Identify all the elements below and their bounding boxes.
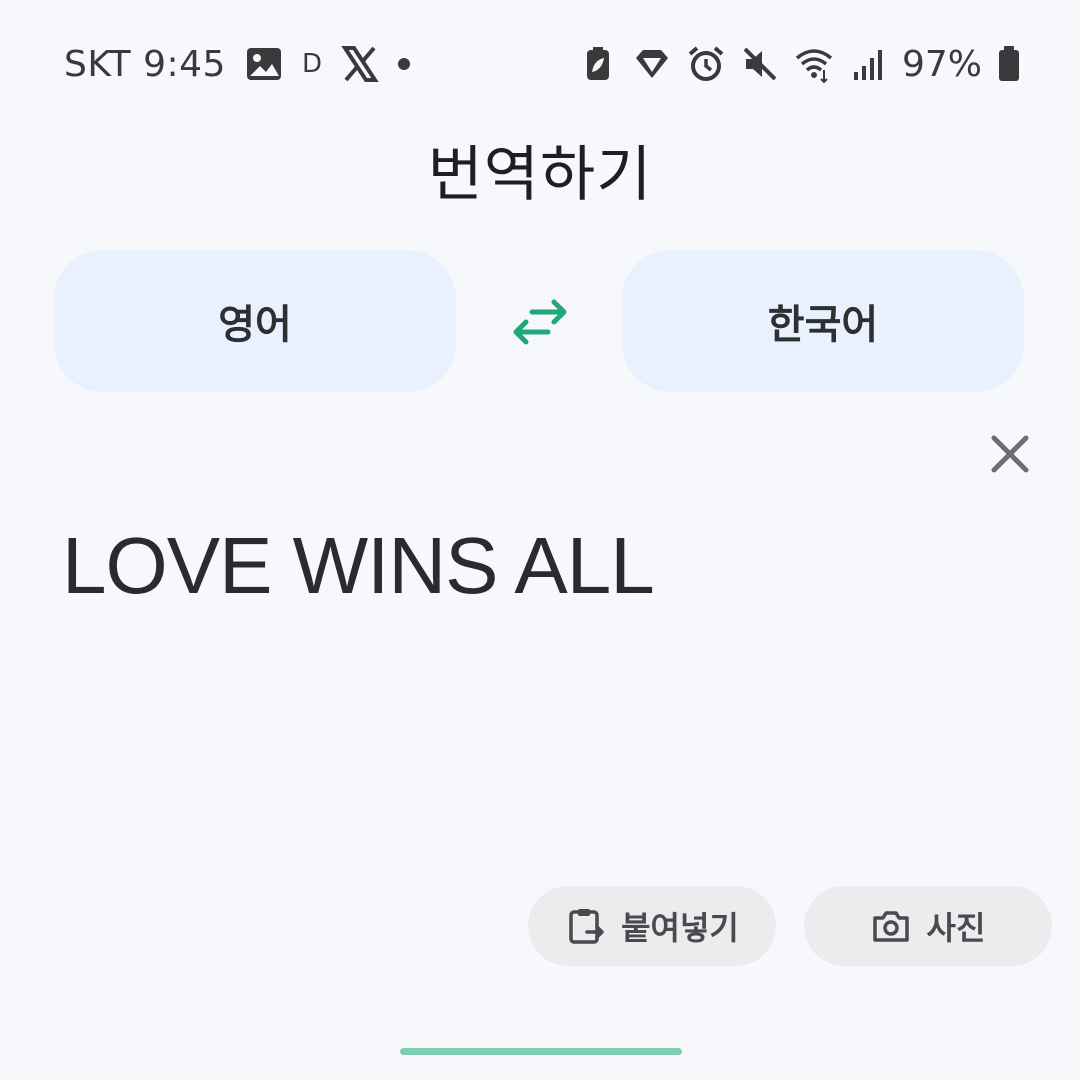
source-text-input[interactable]: LOVE WINS ALL (62, 520, 655, 612)
alarm-icon (686, 44, 726, 84)
target-language-label: 한국어 (767, 302, 879, 348)
dot-icon (397, 58, 410, 70)
source-language-label: 영어 (218, 302, 292, 348)
carrier-time: SKT 9:45 (64, 43, 226, 85)
clear-text-button[interactable] (986, 430, 1034, 478)
camera-icon (871, 906, 911, 946)
status-bar-left: SKT 9:45 D (64, 40, 410, 88)
diamond-icon (632, 44, 672, 84)
mute-icon (740, 44, 780, 84)
source-language-button[interactable]: 영어 (54, 250, 456, 392)
translate-screen: SKT 9:45 D 97% 번역하기 영어 한국어 LOVE WINS ALL… (0, 0, 1080, 1080)
paste-button[interactable]: 붙여넣기 (528, 886, 776, 966)
paste-clipboard-icon (565, 906, 605, 946)
status-bar: SKT 9:45 D 97% (0, 0, 1080, 110)
swap-languages-button[interactable] (506, 292, 574, 352)
paste-label: 붙여넣기 (621, 909, 739, 947)
status-bar-right: 97% (578, 40, 1022, 88)
x-logo-icon (340, 44, 380, 84)
battery-percent: 97% (901, 43, 982, 85)
swap-arrows-icon (513, 299, 567, 345)
target-language-button[interactable]: 한국어 (622, 250, 1024, 392)
signal-icon (848, 44, 888, 84)
image-icon (244, 44, 284, 84)
photo-label: 사진 (926, 909, 986, 947)
page-title: 번역하기 (427, 140, 653, 210)
photo-button[interactable]: 사진 (804, 886, 1052, 966)
battery-saver-icon (578, 44, 618, 84)
d-app-icon: D (301, 49, 322, 79)
close-icon (991, 435, 1029, 473)
gesture-nav-handle[interactable] (400, 1048, 682, 1055)
wifi-icon (794, 44, 834, 84)
battery-icon (996, 44, 1022, 84)
